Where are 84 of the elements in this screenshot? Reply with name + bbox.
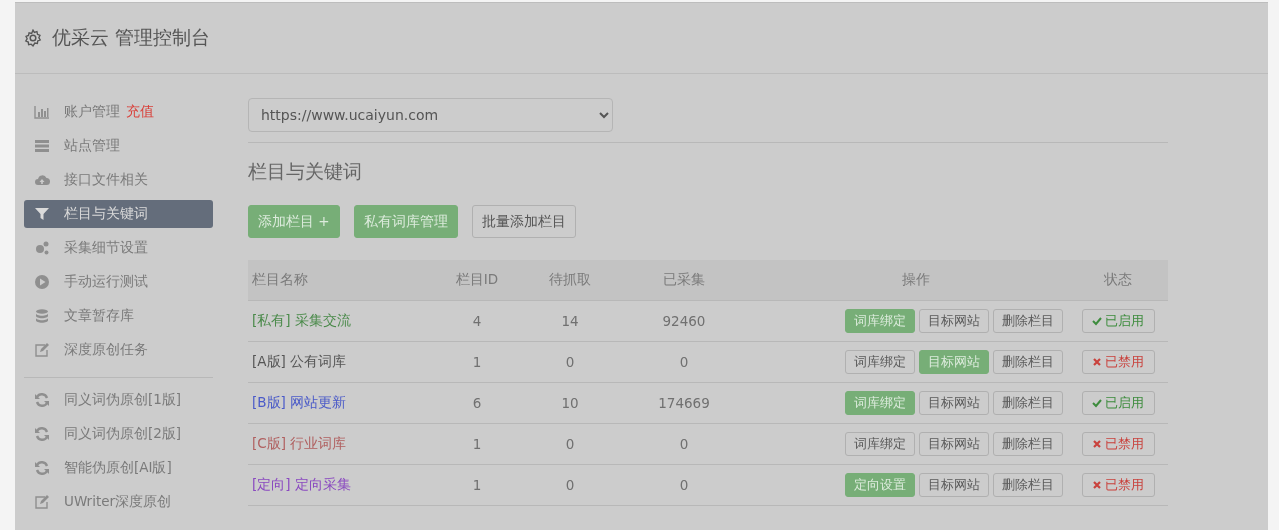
database-icon [34, 308, 50, 324]
refresh-icon [34, 460, 50, 476]
edit-icon [34, 494, 50, 510]
edit-icon [34, 342, 50, 358]
column-header: 操作 [764, 260, 1068, 301]
settings-icon [24, 29, 42, 47]
action-button[interactable]: 定向设置 [845, 473, 915, 497]
sidebar-item[interactable]: 栏目与关键词 [24, 200, 213, 228]
sidebar-item[interactable]: 接口文件相关 [24, 166, 213, 194]
table-cell: 1 [418, 464, 536, 506]
status-button[interactable]: 已禁用 [1081, 432, 1155, 456]
refresh-icon [34, 426, 50, 442]
site-select[interactable]: https://www.ucaiyun.com [248, 98, 613, 132]
action-button[interactable]: 词库绑定 [845, 309, 915, 333]
table-cell: 174669 [604, 382, 764, 424]
action-button[interactable]: 删除栏目 [993, 432, 1063, 456]
toolbar-button[interactable]: 批量添加栏目 [471, 205, 576, 238]
column-name-cell[interactable]: [定向] 定向采集 [248, 464, 418, 506]
sidebar-item[interactable]: 智能伪原创[AI版] [24, 454, 213, 482]
status-button[interactable]: 已启用 [1081, 309, 1155, 333]
app-title: 优采云 管理控制台 [52, 25, 211, 50]
table-cell: 0 [536, 423, 604, 465]
table-cell: 6 [418, 382, 536, 424]
gears-icon [34, 240, 50, 256]
filter-icon [34, 206, 50, 222]
table-cell: 0 [604, 423, 764, 465]
table-cell: 92460 [604, 300, 764, 342]
status-button[interactable]: 已启用 [1081, 391, 1155, 415]
column-name-cell[interactable]: [A版] 公有词库 [248, 341, 418, 383]
sidebar-item[interactable]: UWriter深度原创 [24, 488, 213, 516]
column-header: 待抓取 [536, 260, 604, 301]
check-icon [1092, 398, 1102, 408]
action-button[interactable]: 词库绑定 [845, 350, 915, 374]
status-button[interactable]: 已禁用 [1081, 473, 1155, 497]
cross-icon [1092, 439, 1102, 449]
cloud-icon [34, 172, 50, 188]
sidebar-item[interactable]: 账户管理 充值 [24, 98, 213, 126]
column-header: 已采集 [604, 260, 764, 301]
column-header: 状态 [1068, 260, 1168, 301]
action-button[interactable]: 目标网站 [919, 350, 989, 374]
sidebar-label: 账户管理 [64, 103, 120, 121]
table-cell: 0 [604, 464, 764, 506]
sidebar-item[interactable]: 同义词伪原创[2版] [24, 420, 213, 448]
table-cell: 1 [418, 423, 536, 465]
recharge-link[interactable]: 充值 [126, 103, 154, 121]
action-button[interactable]: 目标网站 [919, 391, 989, 415]
action-button[interactable]: 删除栏目 [993, 391, 1063, 415]
column-name-cell[interactable]: [C版] 行业词库 [248, 423, 418, 465]
action-button[interactable]: 删除栏目 [993, 309, 1063, 333]
sidebar-item[interactable]: 同义词伪原创[1版] [24, 386, 213, 414]
action-button[interactable]: 词库绑定 [845, 391, 915, 415]
table-cell: 4 [418, 300, 536, 342]
cross-icon [1092, 480, 1102, 490]
column-header: 栏目名称 [248, 260, 418, 301]
action-button[interactable]: 目标网站 [919, 432, 989, 456]
sidebar-item[interactable]: 站点管理 [24, 132, 213, 160]
table-cell: 0 [536, 341, 604, 383]
check-icon [1092, 316, 1102, 326]
action-button[interactable]: 词库绑定 [845, 432, 915, 456]
toolbar-button[interactable]: 私有词库管理 [353, 205, 458, 238]
sidebar-item[interactable]: 手动运行测试 [24, 268, 213, 296]
section-title: 栏目与关键词 [248, 159, 363, 184]
table-cell: 0 [604, 341, 764, 383]
chart-icon [34, 104, 50, 120]
sidebar-item[interactable]: 深度原创任务 [24, 336, 213, 364]
refresh-icon [34, 392, 50, 408]
action-button[interactable]: 目标网站 [919, 473, 989, 497]
table-cell: 10 [536, 382, 604, 424]
server-icon [34, 138, 50, 154]
column-header: 栏目ID [418, 260, 536, 301]
table-cell: 1 [418, 341, 536, 383]
status-button[interactable]: 已禁用 [1081, 350, 1155, 374]
cross-icon [1092, 357, 1102, 367]
sidebar-item[interactable]: 文章暂存库 [24, 302, 213, 330]
column-name-cell[interactable]: [B版] 网站更新 [248, 382, 418, 424]
table-cell: 0 [536, 464, 604, 506]
column-name-cell[interactable]: [私有] 采集交流 [248, 300, 418, 342]
action-button[interactable]: 删除栏目 [993, 350, 1063, 374]
toolbar-button[interactable]: 添加栏目 + [248, 205, 340, 238]
play-icon [34, 274, 50, 290]
sidebar-item[interactable]: 采集细节设置 [24, 234, 213, 262]
action-button[interactable]: 目标网站 [919, 309, 989, 333]
table-cell: 14 [536, 300, 604, 342]
action-button[interactable]: 删除栏目 [993, 473, 1063, 497]
